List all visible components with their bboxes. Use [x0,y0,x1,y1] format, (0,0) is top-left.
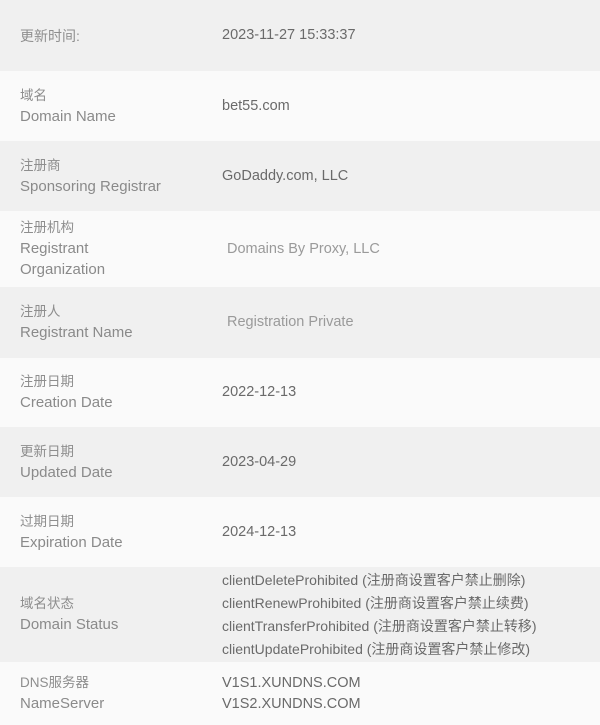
row-label-en: Creation Date [20,394,113,411]
whois-info-table: 更新时间: 2023-11-27 15:33:37 域名 Domain Name bet… [0,0,600,725]
row-value-line: clientDeleteProhibited (注册商设置客户禁止删除) [222,571,526,588]
row-value-line: bet55.com [222,97,290,114]
row-label: 注册人 Registrant Name [0,302,222,343]
row-label-cn: 注册日期 [20,374,74,389]
row-label: 过期日期 Expiration Date [0,512,222,553]
row-value: Domains By Proxy, LLC [222,239,600,260]
row-label-en: Expiration Date [20,533,123,551]
row-value: 2023-11-27 15:33:37 [222,25,600,46]
row-label-cn: 更新日期 [20,443,74,459]
row-value-line: Registration Private [227,314,354,330]
row-label: 注册机构 Registrant Organization [0,218,222,280]
row-value: bet55.com [222,96,600,117]
row-value-line: 2024-12-13 [222,523,297,540]
row-label: 注册日期 Creation Date [0,372,222,413]
whois-row: 域名状态 Domain Status clientDeleteProhibited … [0,567,600,662]
row-label-cn: 域名状态 [20,596,74,611]
whois-row: 注册商 Sponsoring Registrar GoDaddy.com, LLC [0,141,600,211]
row-label-en: Domain Status [20,616,119,633]
row-value-line: V1S1.XUNDNS.COM [222,674,361,691]
row-label: 注册商 Sponsoring Registrar [0,156,222,197]
row-label: DNS服务器 NameServer [0,673,222,714]
row-label: 域名状态 Domain Status [0,594,222,635]
whois-row: 注册人 Registrant Name Registration Private [0,287,600,358]
row-label-en: NameServer [20,695,105,712]
row-label-cn: 更新时间: [20,27,80,44]
row-value-line: Domains By Proxy, LLC [227,240,380,257]
whois-row: 注册机构 Registrant Organization Domains By Pr… [0,211,600,287]
row-value: GoDaddy.com, LLC [222,166,600,187]
row-value-line: clientTransferProhibited (注册商设置客户禁止转移) [222,617,537,634]
row-value: V1S1.XUNDNS.COM V1S2.XUNDNS.COM [222,673,600,715]
row-label: 更新时间: [0,26,222,46]
whois-row: 更新时间: 2023-11-27 15:33:37 [0,0,600,71]
whois-row: 更新日期 Updated Date 2023-04-29 [0,427,600,497]
row-label: 更新日期 Updated Date [0,442,222,483]
row-value-line: V1S2.XUNDNS.COM [222,695,361,712]
row-value-line: clientRenewProhibited (注册商设置客户禁止续费) [222,594,529,611]
row-value: clientDeleteProhibited (注册商设置客户禁止删除) clie… [222,569,600,661]
row-label-cn: 注册人 [20,304,61,319]
row-label: 域名 Domain Name [0,86,222,127]
row-label-cn: 注册机构 [20,220,74,235]
row-value-line: 2023-11-27 15:33:37 [222,27,356,43]
row-label-en: Domain Name [20,107,116,125]
row-label-en: Updated Date [20,463,113,481]
row-label-en: Registrant Organization [20,240,106,278]
row-value: Registration Private [222,312,600,333]
row-value-line: 2023-04-29 [222,453,297,470]
row-label-en: Registrant Name [20,324,133,341]
row-value: 2022-12-13 [222,382,600,403]
row-label-cn: 域名 [20,87,47,103]
whois-row: 注册日期 Creation Date 2022-12-13 [0,358,600,427]
row-label-cn: 过期日期 [20,513,74,529]
whois-row: 域名 Domain Name bet55.com [0,71,600,141]
whois-row: 过期日期 Expiration Date 2024-12-13 [0,497,600,567]
whois-row: DNS服务器 NameServer V1S1.XUNDNS.COM V1S2.XUND… [0,662,600,725]
row-label-cn: DNS服务器 [20,675,90,690]
row-value: 2024-12-13 [222,522,600,543]
row-value-line: GoDaddy.com, LLC [222,167,349,184]
row-value-line: 2022-12-13 [222,384,297,400]
row-value-line: clientUpdateProhibited (注册商设置客户禁止修改) [222,640,531,657]
row-label-cn: 注册商 [20,157,61,173]
row-label-en: Sponsoring Registrar [20,177,161,195]
row-value: 2023-04-29 [222,452,600,473]
